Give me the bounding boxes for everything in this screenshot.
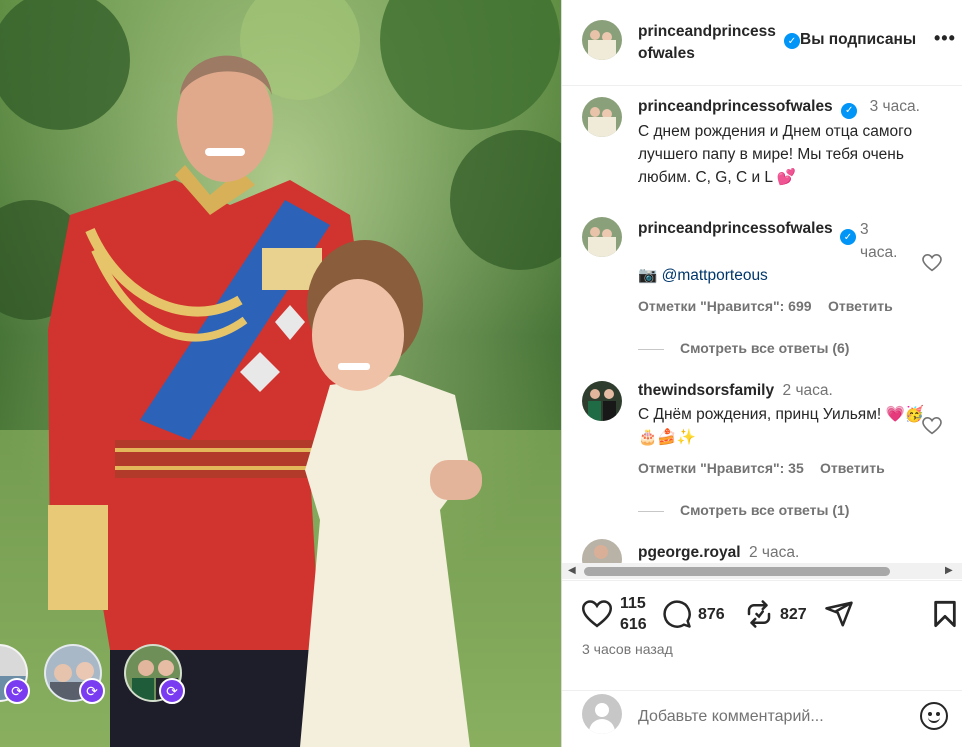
- reply-button[interactable]: Ответить: [828, 298, 893, 314]
- comment-likes[interactable]: Отметки "Нравится": 699: [638, 298, 812, 314]
- comment-item: pgeorge.royal 2 часа.: [562, 537, 962, 563]
- comment-bubble-icon[interactable]: [662, 599, 692, 629]
- repost-icon[interactable]: [744, 599, 774, 629]
- verified-badge-icon: ✓: [784, 33, 800, 49]
- caption: princeandprincessofwales ✓ 3 часа. С дне…: [562, 87, 962, 197]
- more-options-icon[interactable]: •••: [934, 28, 956, 49]
- like-comment-heart-icon[interactable]: [922, 254, 942, 272]
- collab-refresh-icon: ⟳: [79, 678, 105, 704]
- comment-text: 📷 @mattporteous: [638, 264, 768, 287]
- scroll-left-icon[interactable]: ◀: [568, 565, 576, 576]
- bookmark-icon[interactable]: [932, 600, 958, 628]
- post-header: princeandprincessofwales ✓ Вы подписаны …: [562, 0, 962, 86]
- verified-badge-icon: ✓: [840, 229, 856, 245]
- horizontal-scrollbar[interactable]: ◀ ▶: [562, 563, 962, 579]
- comment-input[interactable]: [638, 705, 878, 729]
- comment-avatar[interactable]: [582, 217, 622, 257]
- comment-avatar[interactable]: [582, 381, 622, 421]
- camera-emoji: 📷: [638, 267, 662, 284]
- comment-item: thewindsorsfamily 2 часа. С Днём рождени…: [562, 373, 962, 523]
- scroll-right-icon[interactable]: ▶: [945, 565, 953, 576]
- view-replies-label: Смотреть все ответы (1): [680, 502, 850, 518]
- comments-count[interactable]: 876: [698, 604, 725, 625]
- comment-avatar[interactable]: [582, 539, 622, 563]
- current-user-avatar[interactable]: [582, 694, 622, 734]
- heart-icon[interactable]: [582, 600, 612, 628]
- comment-time[interactable]: 2 часа.: [783, 382, 833, 399]
- caption-avatar[interactable]: [582, 97, 622, 137]
- comment-username[interactable]: thewindsorsfamily: [638, 382, 774, 399]
- view-replies-button[interactable]: Смотреть все ответы (6): [638, 340, 849, 356]
- collab-avatars: ⟳ ⟳ ⟳: [0, 640, 200, 710]
- smiley-icon[interactable]: [920, 702, 948, 730]
- post-time-ago[interactable]: 3 часов назад: [582, 641, 673, 657]
- comment-username[interactable]: princeandprincessofwales: [638, 220, 833, 237]
- author-username[interactable]: princeandprincessofwales: [638, 21, 778, 65]
- comment-time[interactable]: 3 часа.: [860, 218, 900, 264]
- comment-username[interactable]: pgeorge.royal: [638, 544, 741, 561]
- post-photo[interactable]: ⟳ ⟳ ⟳: [0, 0, 561, 747]
- view-replies-button[interactable]: Смотреть все ответы (1): [638, 502, 849, 518]
- follow-status-button[interactable]: Вы подписаны: [800, 31, 916, 49]
- post-actions: 115 616 876 827 3 часов назад: [562, 580, 962, 690]
- like-comment-heart-icon[interactable]: [922, 417, 942, 435]
- comment-time[interactable]: 2 часа.: [749, 544, 799, 561]
- scrollbar-thumb[interactable]: [584, 567, 890, 576]
- likes-count-line2: 616: [620, 616, 647, 633]
- reply-button[interactable]: Ответить: [820, 460, 885, 476]
- author-avatar[interactable]: [582, 20, 622, 60]
- collab-refresh-icon: ⟳: [4, 678, 30, 704]
- verified-badge-icon: ✓: [841, 102, 858, 119]
- caption-time[interactable]: 3 часа.: [870, 98, 920, 115]
- reposts-count[interactable]: 827: [780, 604, 807, 625]
- comments-list[interactable]: princeandprincessofwales ✓ 3 часа. С дне…: [562, 87, 962, 563]
- paper-plane-icon[interactable]: [824, 599, 854, 629]
- collab-refresh-icon: ⟳: [159, 678, 185, 704]
- comment-likes[interactable]: Отметки "Нравится": 35: [638, 460, 804, 476]
- caption-text: С днем рождения и Днем отца самого лучше…: [638, 122, 913, 186]
- likes-count[interactable]: 115 616: [620, 593, 647, 635]
- photo-illustration: [0, 0, 561, 747]
- add-comment-bar: [562, 690, 962, 747]
- likes-count-line1: 115: [620, 595, 646, 612]
- mention-link[interactable]: @mattporteous: [662, 267, 768, 284]
- view-replies-label: Смотреть все ответы (6): [680, 340, 850, 356]
- comment-item: princeandprincessofwales ✓ 3 часа. 📷 @ma…: [562, 209, 962, 359]
- post-side-panel: princeandprincessofwales ✓ Вы подписаны …: [561, 0, 962, 747]
- caption-username[interactable]: princeandprincessofwales: [638, 98, 833, 115]
- comment-text: С Днём рождения, принц Уильям! 💗🥳🎂🍰✨: [638, 406, 925, 446]
